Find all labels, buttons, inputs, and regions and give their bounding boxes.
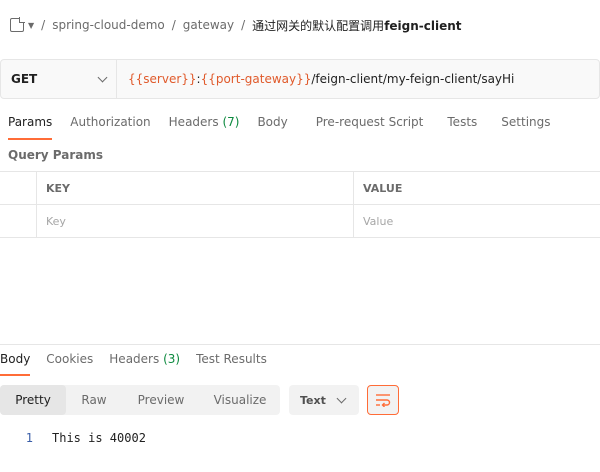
tab-authorization[interactable]: Authorization	[62, 110, 158, 140]
tab-params[interactable]: Params	[0, 110, 60, 140]
response-body-editor[interactable]: 1 This is 40002	[0, 428, 600, 448]
view-preview-button[interactable]: Preview	[122, 385, 200, 415]
breadcrumb-separator: /	[41, 18, 46, 32]
url-variable-server: {{server}}	[128, 72, 197, 86]
response-tabs: Body Cookies Headers (3) Test Results	[0, 352, 283, 376]
url-path: /feign-client/my-feign-client/sayHi	[311, 72, 515, 86]
breadcrumb-separator: /	[241, 18, 246, 32]
row-checkbox[interactable]	[0, 205, 37, 237]
view-raw-button[interactable]: Raw	[66, 385, 122, 415]
url-variable-port: {{port-gateway}}	[200, 72, 312, 86]
tab-tests[interactable]: Tests	[439, 110, 485, 140]
query-params-table: KEY VALUE Key Value	[0, 171, 600, 238]
request-title[interactable]: 通过网关的默认配置调用feign-client	[252, 17, 461, 34]
response-format-select[interactable]: Text	[289, 385, 359, 415]
wrap-lines-icon	[376, 394, 391, 407]
tab-settings[interactable]: Settings	[493, 110, 558, 140]
headers-count-badge: (7)	[222, 115, 240, 129]
pane-divider[interactable]	[0, 344, 600, 345]
response-tab-cookies[interactable]: Cookies	[46, 352, 93, 376]
breadcrumb-separator: /	[171, 18, 176, 32]
wrap-lines-button[interactable]	[367, 385, 399, 415]
view-visualize-button[interactable]: Visualize	[200, 385, 280, 415]
response-tab-test-results[interactable]: Test Results	[196, 352, 267, 376]
request-title-bold: feign-client	[384, 18, 462, 33]
method-select[interactable]: GET	[1, 60, 117, 98]
url-bar: GET {{server}}: {{port-gateway}}/feign-cl…	[0, 59, 600, 99]
key-input[interactable]: Key	[37, 205, 354, 237]
method-label: GET	[11, 72, 38, 86]
response-headers-count-badge: (3)	[163, 352, 181, 366]
tab-headers[interactable]: Headers (7)	[161, 110, 248, 140]
request-tabs: Params Authorization Headers (7) Body Pr…	[0, 110, 559, 140]
table-row: Key Value	[0, 205, 600, 238]
breadcrumb-item-collection[interactable]: spring-cloud-demo	[52, 18, 165, 32]
query-params-heading: Query Params	[8, 148, 104, 162]
request-title-prefix: 通过网关的默认配置调用	[252, 18, 385, 33]
tab-prerequest-script[interactable]: Pre-request Script	[308, 110, 432, 140]
response-view-mode-group: Pretty Raw Preview Visualize	[0, 385, 280, 415]
response-format-label: Text	[300, 393, 326, 407]
table-header-row: KEY VALUE	[0, 172, 600, 205]
line-number: 1	[25, 431, 33, 445]
value-input[interactable]: Value	[354, 205, 600, 237]
response-tab-body[interactable]: Body	[0, 352, 31, 376]
tab-headers-label: Headers	[168, 115, 219, 129]
chevron-down-icon	[97, 72, 108, 82]
tab-body[interactable]: Body	[249, 110, 295, 140]
key-column-header: KEY	[37, 172, 354, 204]
row-checkbox-column	[0, 172, 37, 204]
response-body-line: This is 40002	[52, 431, 146, 445]
view-pretty-button[interactable]: Pretty	[0, 385, 66, 415]
breadcrumb-item-folder[interactable]: gateway	[183, 18, 234, 32]
breadcrumb: ▼ / spring-cloud-demo / gateway / 通过网关的默…	[0, 0, 600, 50]
chevron-down-icon	[336, 393, 347, 403]
response-tab-headers-label: Headers	[109, 352, 160, 366]
request-collection-icon[interactable]	[10, 17, 25, 32]
response-tab-headers[interactable]: Headers (3)	[109, 352, 180, 376]
url-input[interactable]: {{server}}: {{port-gateway}}/feign-client…	[117, 60, 514, 98]
caret-down-icon[interactable]: ▼	[28, 21, 34, 30]
value-column-header: VALUE	[363, 181, 403, 195]
